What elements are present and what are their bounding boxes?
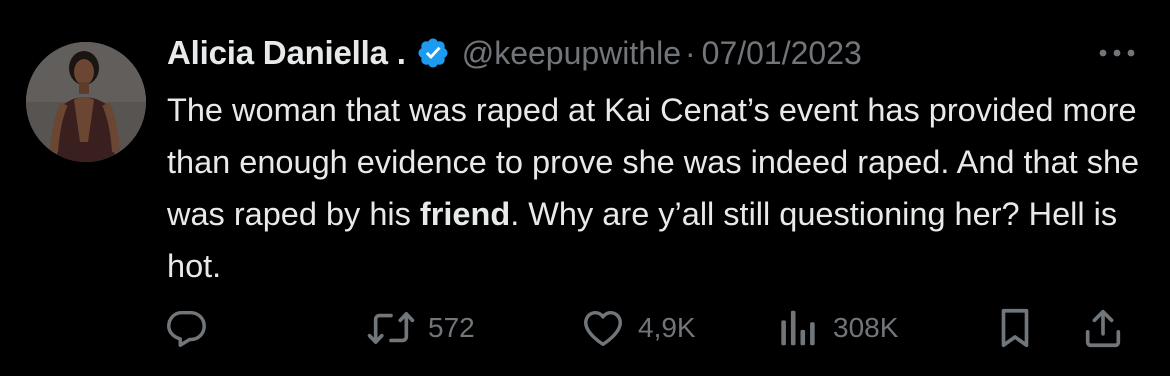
author-handle[interactable]: @keepupwithle	[462, 35, 681, 72]
reply-icon	[163, 305, 209, 351]
views-count: 308K	[833, 312, 899, 343]
separator-dot: ·	[684, 34, 696, 71]
bookmark-button[interactable]	[992, 300, 1038, 356]
tweet-text-bold: friend	[419, 196, 511, 232]
retweet-count: 572	[428, 312, 475, 343]
analytics-icon	[775, 305, 821, 351]
retweet-button[interactable]: 572	[366, 300, 475, 356]
like-count: 4,9K	[638, 312, 696, 343]
bookmark-icon	[992, 305, 1038, 351]
like-button[interactable]: 4,9K	[580, 300, 696, 356]
tweet-date[interactable]: 07/01/2023	[702, 35, 862, 72]
avatar[interactable]	[26, 42, 146, 162]
tweet-text: The woman that was raped at Kai Cenat’s …	[167, 84, 1157, 292]
tweet-header: Alicia Daniella . @keepupwithle · 07/01/…	[167, 30, 862, 76]
views-button[interactable]: 308K	[775, 300, 898, 356]
verified-badge-icon[interactable]	[416, 36, 450, 70]
more-options-icon[interactable]	[1092, 38, 1142, 68]
retweet-icon	[366, 305, 416, 351]
share-button[interactable]	[1080, 300, 1126, 356]
author-name[interactable]: Alicia Daniella .	[167, 34, 406, 72]
action-bar: 572 4,9K 308K	[0, 300, 1170, 360]
avatar-image	[26, 42, 146, 162]
share-icon	[1080, 305, 1126, 351]
heart-icon	[580, 305, 626, 351]
reply-button[interactable]	[163, 300, 209, 356]
